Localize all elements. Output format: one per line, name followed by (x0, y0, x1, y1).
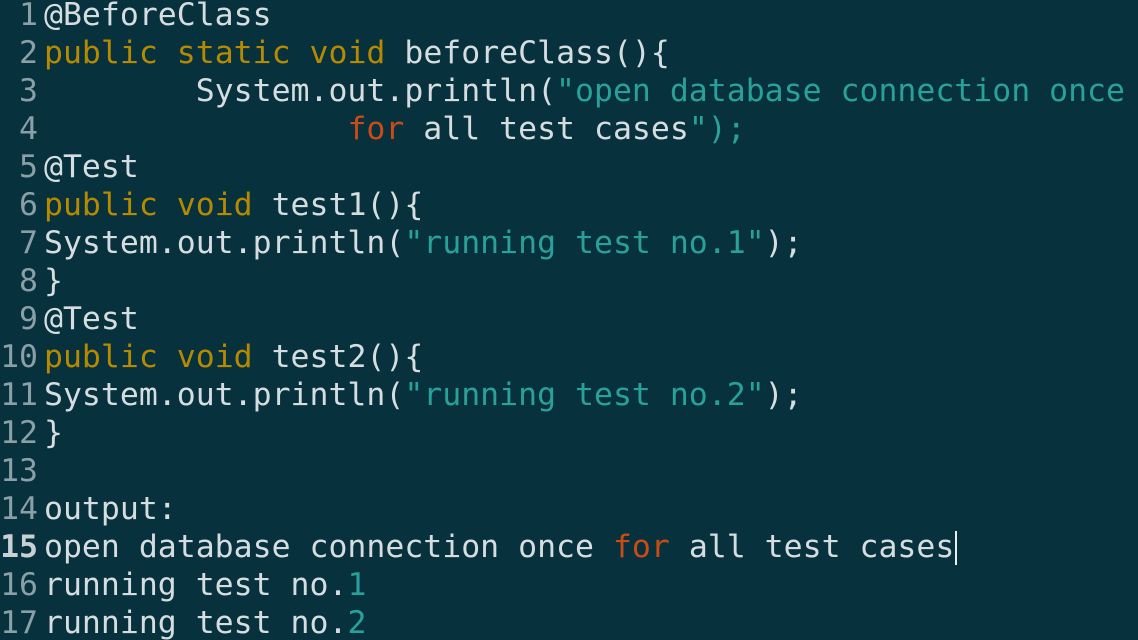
code-token: test2(){ (252, 339, 424, 375)
code-text[interactable]: } (38, 262, 63, 300)
code-token: public (44, 35, 158, 71)
code-token: static (176, 35, 291, 71)
line-number: 14 (0, 491, 38, 527)
code-line[interactable]: 8} (0, 262, 63, 300)
code-line[interactable]: 1 @BeforeClass (0, 0, 272, 34)
code-line[interactable]: 15 open database connection once for all … (0, 528, 958, 566)
code-text[interactable]: for all test cases"); (38, 110, 746, 148)
line-number: 1 (19, 0, 38, 33)
code-token: } (44, 263, 63, 299)
code-text[interactable]: running test no.1 (38, 566, 366, 604)
code-line[interactable]: 17 running test no.2 (0, 604, 366, 640)
code-line[interactable]: 6 public void test1(){ (0, 186, 423, 224)
code-token: for (347, 111, 405, 147)
code-token: ); (764, 377, 803, 413)
line-number: 8 (19, 263, 38, 299)
code-token: void (309, 35, 386, 71)
line-number: 13 (0, 453, 38, 489)
code-text[interactable]: public static void beforeClass(){ (38, 34, 670, 72)
line-number: 17 (0, 605, 38, 640)
code-text[interactable]: @BeforeClass (38, 0, 272, 34)
code-token: beforeClass(){ (385, 35, 670, 71)
line-number: 12 (0, 415, 38, 451)
code-token: running test no. (44, 567, 348, 603)
code-text[interactable]: @Test (38, 148, 139, 186)
line-number: 10 (0, 339, 38, 375)
code-text[interactable]: public void test1(){ (38, 186, 423, 224)
code-token: System.out.println( (44, 73, 557, 109)
code-text[interactable]: running test no.2 (38, 604, 366, 640)
code-line[interactable]: 5 @Test (0, 148, 139, 186)
code-text[interactable]: } (38, 414, 63, 452)
code-line[interactable]: 11 System.out.println("running test no.2"… (0, 376, 803, 414)
code-text[interactable]: System.out.println("open database connec… (38, 72, 1125, 110)
code-text[interactable]: System.out.println("running test no.2"); (38, 376, 803, 414)
line-number: 3 (19, 73, 38, 109)
code-line[interactable]: 4 for all test cases"); (0, 110, 746, 148)
code-text[interactable]: public void test2(){ (38, 338, 423, 376)
code-line[interactable]: 16 running test no.1 (0, 566, 366, 604)
code-token: test1(){ (252, 187, 424, 223)
code-token: "open database connection once (556, 73, 1125, 109)
line-number: 15 (0, 529, 38, 565)
line-number: 4 (19, 111, 38, 147)
code-token: } (44, 415, 63, 451)
code-token: public (44, 339, 158, 375)
code-token: for (612, 529, 670, 565)
code-token: open database connection once (44, 529, 613, 565)
code-line[interactable]: 2 public static void beforeClass(){ (0, 34, 670, 72)
code-token: "running test no.2" (404, 377, 765, 413)
line-number: 11 (0, 377, 38, 413)
code-text[interactable]: output: (38, 490, 177, 528)
code-line[interactable]: 7 System.out.println("running test no.1")… (0, 224, 803, 262)
code-token: "); (688, 111, 746, 147)
code-token: running test no. (44, 605, 348, 640)
code-token: @Test (44, 149, 139, 185)
code-token: all test cases (404, 111, 689, 147)
code-text[interactable]: System.out.println("running test no.1"); (38, 224, 803, 262)
line-number: 9 (19, 301, 38, 337)
code-token: all test cases (669, 529, 955, 565)
code-token: "running test no.1" (404, 225, 765, 261)
code-token: System.out.println( (44, 377, 405, 413)
code-line[interactable]: 9 @Test (0, 300, 139, 338)
line-number: 5 (19, 149, 38, 185)
code-line[interactable]: 10 public void test2(){ (0, 338, 423, 376)
code-token: @BeforeClass (44, 0, 272, 33)
code-token: @Test (44, 301, 139, 337)
code-token: ); (764, 225, 803, 261)
code-line[interactable]: 3 System.out.println("open database conn… (0, 72, 1125, 110)
code-token: output: (44, 491, 177, 527)
code-token: public (44, 187, 158, 223)
code-line[interactable]: 12} (0, 414, 63, 452)
code-token: void (176, 187, 253, 223)
code-token: 1 (347, 567, 367, 603)
code-token: 2 (347, 605, 367, 640)
code-editor[interactable]: 1 @BeforeClass 2 public static void beforeC… (0, 0, 1138, 640)
code-token: System.out.println( (44, 225, 405, 261)
line-number: 2 (19, 35, 38, 71)
line-number: 6 (19, 187, 38, 223)
line-number: 16 (0, 567, 38, 603)
code-text[interactable] (38, 452, 44, 490)
text-cursor (955, 531, 958, 565)
line-number: 7 (19, 225, 38, 261)
code-line[interactable]: 14 output: (0, 490, 177, 528)
code-text[interactable]: @Test (38, 300, 139, 338)
code-text[interactable]: open database connection once for all te… (38, 528, 958, 566)
code-token: void (176, 339, 253, 375)
code-line[interactable]: 13 (0, 452, 44, 490)
